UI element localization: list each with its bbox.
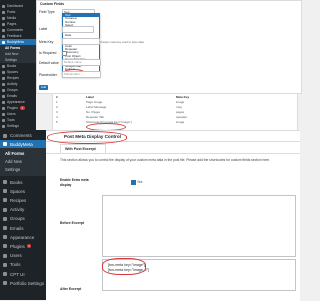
meta-key-input[interactable] [62,38,100,45]
activity-icon [2,82,5,86]
feedback-icon [2,34,5,38]
row-number: 5 [56,120,58,124]
portfolio-settings-icon [3,281,7,286]
buddymeta-icon [3,142,7,146]
header-label: Label [86,95,94,99]
sidebar-item-portfolio-settings[interactable]: Portfolio Settings [0,279,49,287]
tools-icon [3,262,7,267]
sidebar-item-settings-20[interactable]: Settings [0,123,38,129]
recipes-icon [2,76,5,80]
top-admin-sidebar: Dashboard Posts Media Pages Comments Feedback… [0,0,41,130]
meta-key-hint: Unique meta key used to save data [100,40,144,44]
sidebar-item-emails[interactable]: Emails [0,224,49,232]
row-meta-key: msg [176,105,182,109]
appearance-icon [2,100,5,104]
spaces-icon [2,70,5,74]
tab-border [46,153,300,154]
emails-icon [2,94,5,98]
header-meta-key: Meta Key [176,95,190,99]
sidebar-item-appearance[interactable]: Appearance [0,233,49,241]
placeholder-input[interactable]: Placeholder [62,71,101,78]
row-label: Repeater Tab [86,115,104,119]
sidebar-item-comments[interactable]: Comments [0,132,49,139]
users-icon [3,253,7,258]
plugins-update-badge: 1 [19,106,25,110]
sidebar-item-buddymeta[interactable]: BuddyMeta [0,140,49,148]
settings-icon [2,124,5,128]
sidebar-item-plugins[interactable]: Plugins 1 [0,242,49,250]
title-highlight [47,131,127,144]
sidebar-item-books[interactable]: Books [0,178,49,186]
sidebar-item-tools[interactable]: Tools [0,261,49,269]
row-label: Page Image [86,100,103,104]
recipes-icon [3,198,7,203]
submenu-settings[interactable]: Settings [5,167,20,172]
bottom-admin-sidebar: Comments BuddyMeta All Forms Add New Set… [0,130,49,300]
comments-icon [2,28,5,32]
books-icon [3,180,7,184]
field-type-dropdown[interactable]: TextTextareaNumberSelectRadioCheckboxDat… [62,13,100,77]
plugins-icon [3,244,7,249]
posts-icon [2,10,5,14]
enable-meta-checkbox[interactable] [131,180,136,185]
sidebar-item-activity[interactable]: Activity [0,206,49,214]
placeholder-label: Placeholder [39,73,57,77]
sidebar-item-recipes[interactable]: Recipes [0,196,49,204]
add-field-button[interactable]: Add [39,85,48,90]
pages-icon [2,22,5,26]
media-icon [2,16,5,20]
sidebar-item-cpt-ui[interactable]: CPT UI [0,270,49,278]
appearance-icon [3,235,7,240]
activity-icon [3,207,7,212]
enable-meta-label: Enable Extra meta display [60,178,89,187]
plugins-update-badge: 1 [26,244,32,249]
row-meta-key: pages [176,110,185,114]
spaces-icon [3,189,7,194]
cpt-ui-icon [3,272,7,276]
comments-icon [3,133,7,138]
tools-icon [2,118,5,122]
row-meta-key: image [176,100,185,104]
before-excerpt-textarea[interactable] [102,195,296,257]
row-number: 3 [56,110,58,114]
books-icon [2,64,5,68]
submenu-all-forms[interactable]: All Forms [5,151,24,156]
display-control-panel: Post Meta Display Control With Post Exce… [46,130,300,301]
row-number: 1 [56,100,58,104]
sidebar-item-users[interactable]: Users [0,252,49,260]
before-excerpt-label: Before Excerpt [60,221,85,225]
row-label: Label Message [86,105,107,109]
row-meta-key: repeater [176,115,188,119]
row-meta-key: image [176,120,185,124]
groups-icon [3,216,7,221]
field-type-label: Field Type [39,10,55,14]
dashboard-icon [2,4,5,8]
after-excerpt-label: After Excerpt [60,287,82,291]
users-icon [2,112,5,116]
emails-icon [3,226,7,230]
label-label: Label [39,27,48,31]
enable-meta-value: Yes [137,180,143,184]
meta-key-label: Meta Key [39,40,54,44]
shortcode-lines-highlight [102,258,146,275]
row-number: 2 [56,105,58,109]
default-value-label: Default value [39,61,59,65]
buddymeta-icon [2,40,5,44]
sidebar-item-groups[interactable]: Groups [0,215,49,223]
row-label: No. Pages [86,110,101,114]
groups-icon [2,88,5,92]
sidebar-item-spaces[interactable]: Spaces [0,187,49,195]
is-required-label: Is Required [39,51,57,55]
panel-title: Custom Fields [40,2,65,6]
plugins-icon [2,106,5,110]
section-description: This section allows you to control the d… [60,158,271,162]
default-value-input[interactable]: Default value [62,59,101,66]
submenu-add-new[interactable]: Add New [5,159,22,164]
is-required-checkbox[interactable] [62,51,67,56]
label-input[interactable] [62,26,94,33]
header-num: # [56,95,58,99]
row-number: 4 [56,115,58,119]
